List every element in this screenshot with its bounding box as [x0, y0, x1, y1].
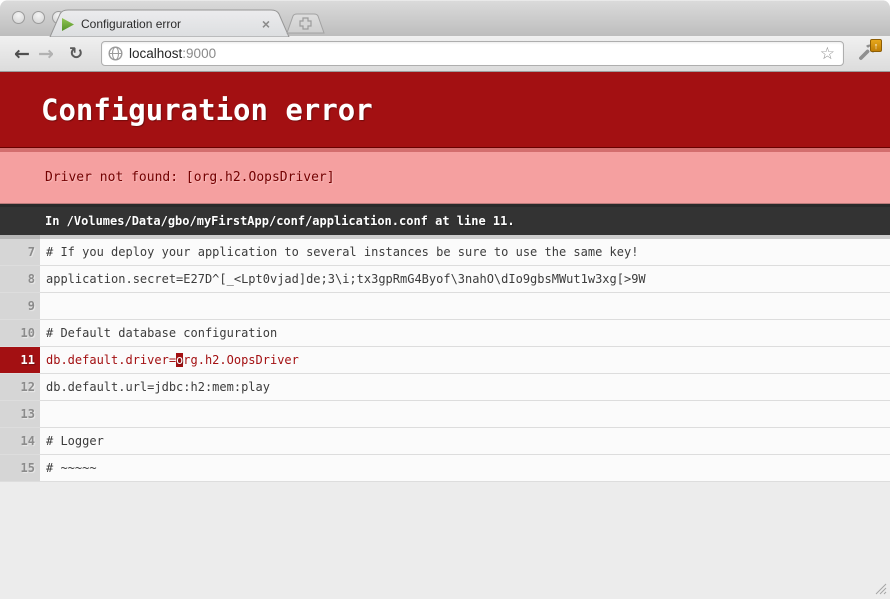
code-text	[40, 401, 890, 427]
code-text	[40, 293, 890, 319]
code-text: # Default database configuration	[40, 320, 890, 346]
tab-configuration-error[interactable]: Configuration error ×	[62, 13, 274, 35]
bookmark-star-icon[interactable]: ☆	[818, 44, 837, 64]
code-line-12: 12db.default.url=jdbc:h2:mem:play	[0, 374, 890, 401]
code-line-13: 13	[0, 401, 890, 428]
url-text[interactable]: localhost:9000	[129, 46, 818, 61]
tab-close-icon[interactable]: ×	[258, 17, 274, 31]
error-detail: Driver not found: [org.h2.OopsDriver]	[0, 148, 890, 204]
back-button[interactable]: ←	[10, 42, 34, 66]
page-title: Configuration error	[0, 72, 890, 148]
line-number: 9	[0, 293, 40, 319]
line-number: 14	[0, 428, 40, 454]
error-page: Configuration error Driver not found: [o…	[0, 72, 890, 599]
code-line-7: 7# If you deploy your application to sev…	[0, 235, 890, 266]
browser-window: Configuration error × ← → ↻ localhost:90…	[0, 0, 890, 599]
code-line-15: 15# ~~~~~	[0, 455, 890, 482]
close-window-button[interactable]	[12, 11, 25, 24]
code-text: # Logger	[40, 428, 890, 454]
globe-icon	[108, 46, 123, 61]
line-number: 7	[0, 235, 40, 265]
url-host: localhost	[129, 46, 182, 61]
line-number: 8	[0, 266, 40, 292]
play-framework-favicon	[62, 18, 74, 31]
code-line-11: 11db.default.driver=org.h2.OopsDriver	[0, 347, 890, 374]
reload-button[interactable]: ↻	[64, 42, 88, 66]
tab-title: Configuration error	[81, 17, 258, 31]
line-number: 10	[0, 320, 40, 346]
error-location: In /Volumes/Data/gbo/myFirstApp/conf/app…	[0, 204, 890, 235]
tab-strip: Configuration error ×	[0, 0, 890, 36]
resize-grip-icon[interactable]	[872, 580, 887, 595]
url-port: :9000	[182, 46, 216, 61]
forward-button[interactable]: →	[34, 42, 58, 66]
update-badge: ↑	[870, 39, 882, 52]
code-line-10: 10# Default database configuration	[0, 320, 890, 347]
up-arrow-icon: ↑	[874, 41, 879, 51]
line-number: 11	[0, 347, 40, 373]
source-code-listing: 7# If you deploy your application to sev…	[0, 235, 890, 482]
minimize-window-button[interactable]	[32, 11, 45, 24]
page-background	[0, 482, 890, 599]
line-number: 13	[0, 401, 40, 427]
code-text: # ~~~~~	[40, 455, 890, 481]
code-text: db.default.url=jdbc:h2:mem:play	[40, 374, 890, 400]
code-text: # If you deploy your application to seve…	[40, 235, 890, 265]
navigation-toolbar: ← → ↻ localhost:9000 ☆ ↑	[0, 36, 890, 72]
code-text: db.default.driver=org.h2.OopsDriver	[40, 347, 890, 373]
code-line-14: 14# Logger	[0, 428, 890, 455]
line-number: 15	[0, 455, 40, 481]
code-line-8: 8application.secret=E27D^[_<Lpt0vjad]de;…	[0, 266, 890, 293]
wrench-menu-button[interactable]: ↑	[854, 41, 880, 67]
address-bar[interactable]: localhost:9000 ☆	[101, 41, 844, 66]
new-tab-button[interactable]	[286, 13, 326, 34]
code-text: application.secret=E27D^[_<Lpt0vjad]de;3…	[40, 266, 890, 292]
code-line-9: 9	[0, 293, 890, 320]
line-number: 12	[0, 374, 40, 400]
